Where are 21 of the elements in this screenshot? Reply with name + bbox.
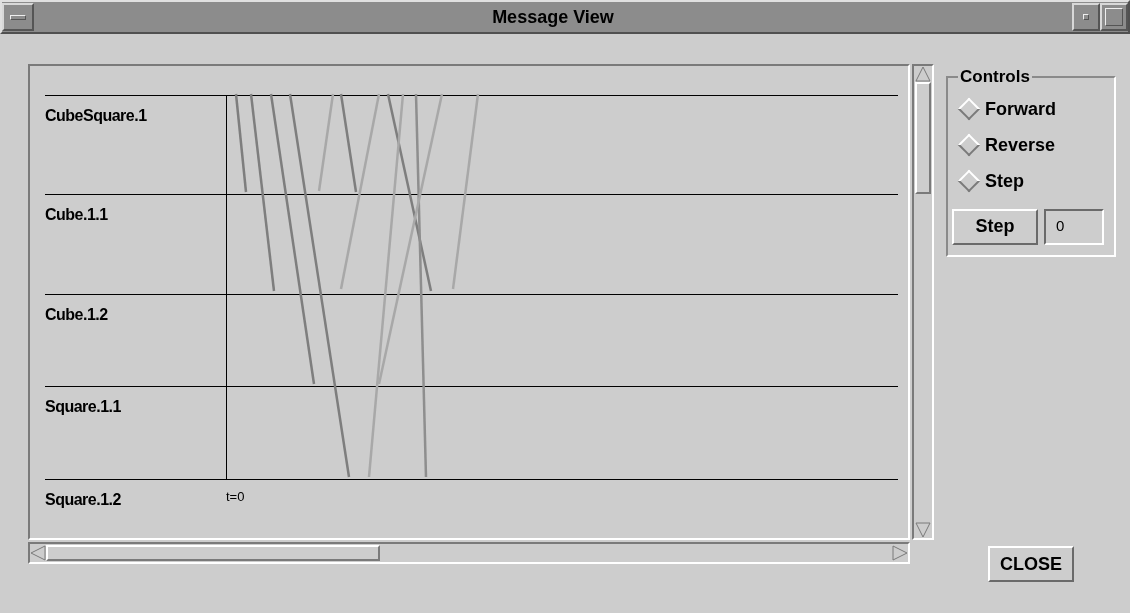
- process-label: Cube.1.1: [45, 206, 108, 223]
- minimize-button[interactable]: [1072, 3, 1100, 31]
- radio-option[interactable]: Reverse: [958, 131, 1104, 159]
- close-button[interactable]: CLOSE: [988, 546, 1074, 582]
- process-label: Cube.1.2: [45, 306, 108, 323]
- radio-option[interactable]: Step: [958, 167, 1104, 195]
- process-label: Square.1.2: [45, 491, 121, 508]
- time-label: t=0: [226, 489, 245, 504]
- vertical-scrollbar[interactable]: [912, 64, 934, 540]
- process-label: Square.1.1: [45, 398, 121, 415]
- radio-option[interactable]: Forward: [958, 95, 1104, 123]
- step-button[interactable]: Step: [952, 208, 1038, 245]
- step-count-field[interactable]: 0: [1044, 208, 1104, 245]
- process-label: CubeSquare.1: [45, 107, 147, 124]
- group-title: Controls: [959, 66, 1031, 88]
- scrollbar-thumb[interactable]: [915, 82, 931, 194]
- horizontal-scrollbar[interactable]: [28, 542, 910, 564]
- window-title: Message View: [492, 6, 614, 27]
- maximize-button[interactable]: [1100, 3, 1128, 31]
- window-menu-button[interactable]: [2, 3, 34, 31]
- scrollbar-thumb[interactable]: [46, 545, 380, 561]
